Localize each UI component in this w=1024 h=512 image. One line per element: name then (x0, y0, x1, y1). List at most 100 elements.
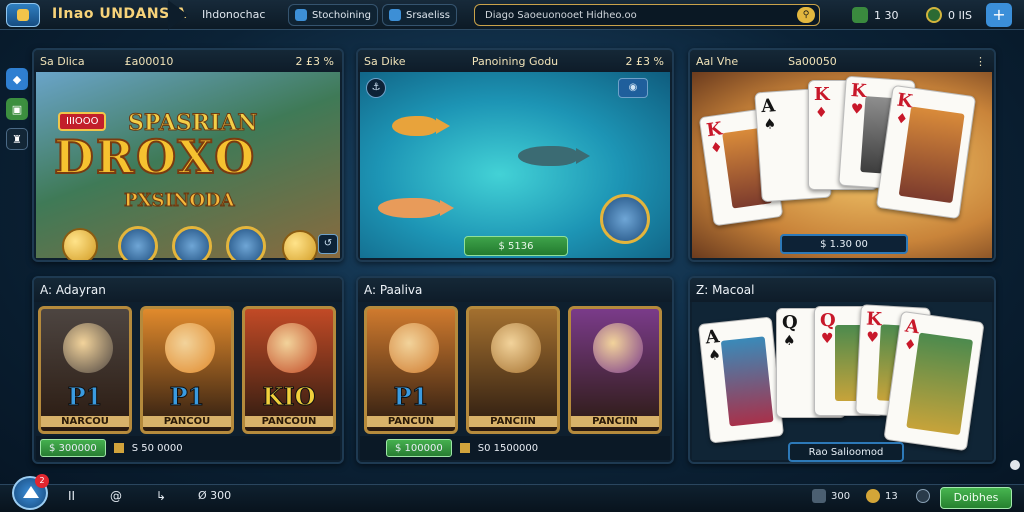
trophy-icon[interactable]: ♜ (6, 128, 28, 150)
app-logo[interactable] (6, 3, 40, 27)
settings-icon[interactable]: @ (110, 489, 122, 503)
character-portrait-icon (165, 323, 215, 373)
notification-badge: 2 (35, 474, 49, 488)
tile-title: P1 (393, 382, 429, 412)
pause-icon[interactable]: II (68, 489, 75, 503)
slots-icon[interactable]: ◆ (6, 68, 28, 90)
fish-medal-icon (118, 226, 158, 260)
inventory-count[interactable]: 300 (812, 489, 850, 503)
character-tile[interactable]: KIO PANCOUN (242, 306, 336, 434)
playing-card: A ♠ (697, 316, 785, 444)
inventory-icon (812, 489, 826, 503)
bonus-icon: ◉ (618, 78, 648, 98)
globe-button[interactable] (916, 489, 930, 503)
filter-pill-1[interactable]: Stochoining (288, 4, 378, 26)
tile-label: PANCIIN (571, 416, 659, 427)
shield-icon (866, 489, 880, 503)
tag-icon (389, 9, 401, 21)
fish-icon (518, 146, 590, 166)
gem-balance[interactable]: 0 IIS (926, 4, 972, 26)
fish-medal-icon (172, 226, 212, 260)
close-icon[interactable]: ⋮ (975, 55, 986, 68)
buy-button[interactable]: $ 100000 (386, 439, 452, 457)
slots-artwork: IIIOOO SPASRIAN DROXO PXSINODA ↺ (36, 72, 340, 260)
fishing-artwork: ⚓ ◉ $ 5136 (360, 72, 670, 258)
tile-title: P1 (67, 382, 103, 412)
medal-icon (926, 7, 942, 23)
panel-header: Z: Macoal (690, 278, 994, 302)
panel-value: S0 1500000 (477, 442, 539, 454)
gift-icon[interactable]: ▣ (6, 98, 28, 120)
fish-icon (392, 116, 450, 136)
search-input[interactable]: Diago Saoeuonooet Hidheo.oo ⚲ (474, 4, 820, 26)
shield-count[interactable]: 13 (866, 489, 898, 503)
character-portrait-icon (389, 323, 439, 373)
character-tile[interactable]: P1 PANCOU (140, 306, 234, 434)
coin-icon (113, 443, 124, 453)
left-rail: ◆ ▣ ♜ (6, 68, 28, 158)
fish-medal-icon (600, 194, 650, 244)
top-bar: IInao UNDANSIA Ihdonochac Stochoining Sr… (0, 0, 1024, 30)
tile-title: P1 (169, 382, 205, 412)
timer-display: Ø 300 (198, 489, 232, 502)
expand-icon[interactable]: ↺ (318, 234, 338, 254)
section-title: Ihdonochac (202, 8, 266, 21)
tile-label: PANCUN (367, 416, 455, 427)
globe-icon (295, 9, 307, 21)
fish-medal-icon (226, 226, 266, 260)
playing-card: A ♦ (883, 310, 985, 452)
fishing-price-button[interactable]: $ 5136 (464, 236, 568, 256)
fish-icon (378, 198, 454, 218)
search-icon[interactable]: ⚲ (797, 7, 815, 23)
game-card-slots[interactable]: Sa Dlica £a00010 2 £3 % IIIOOO SPASRIAN … (32, 48, 344, 262)
character-portrait-icon (63, 323, 113, 373)
card-game-panel-right[interactable]: Z: Macoal A ♠ Q ♠ Q ♥ K ♥ A ♦ Rao Salioomod (688, 276, 996, 464)
character-tile[interactable]: PANCIIN (568, 306, 662, 434)
buy-button[interactable]: $ 300000 (40, 439, 106, 457)
panel-footer: $ 300000 S 50 0000 (36, 436, 340, 460)
tile-label: PANCOUN (245, 416, 333, 427)
character-panel-mid[interactable]: A: Paaliva P1 PANCUN PANCIIN PANCIIN $ 1000… (356, 276, 674, 464)
card-header: Aal Vhe Sa00050 ⋮ (690, 50, 994, 72)
panel-header: A: Adayran (34, 278, 342, 302)
coins-icon (852, 7, 868, 23)
panel-value: S 50 0000 (131, 442, 183, 454)
promo-tag: IIIOOO (58, 112, 107, 131)
play-button[interactable]: Doibhes (940, 487, 1012, 509)
globe-icon (916, 489, 930, 503)
character-tile[interactable]: PANCIIN (466, 306, 560, 434)
character-tile[interactable]: P1 NARCOU (38, 306, 132, 434)
cards-price-button[interactable]: $ 1.30 00 (780, 234, 908, 254)
playing-card: K ♦ (875, 84, 977, 220)
logo-glyph-icon (17, 9, 29, 21)
app-brand: IInao UNDANSIA (52, 6, 187, 22)
tile-label: NARCOU (41, 416, 129, 427)
cards-price-button[interactable]: Rao Salioomod (788, 442, 904, 462)
character-panel-left[interactable]: A: Adayran P1 NARCOU P1 PANCOU KIO PANCOUN $ … (32, 276, 344, 464)
return-icon[interactable]: ↳ (156, 489, 166, 503)
card-header: Sa Dlica £a00010 2 £3 % (34, 50, 342, 72)
coin-icon (62, 228, 98, 260)
character-portrait-icon (491, 323, 541, 373)
character-portrait-icon (593, 323, 643, 373)
game-card-fishing[interactable]: Sa Dike Panoining Godu 2 £3 % ⚓ ◉ $ 5136 (356, 48, 674, 262)
coin-icon (282, 230, 318, 260)
cards-artwork: K ♦ A ♠ K ♦ K ♥ K ♦ $ 1.30 00 (692, 72, 992, 258)
tile-title: KIO (262, 382, 316, 412)
panel-footer: $ 100000 S0 1500000 (360, 436, 670, 460)
scroll-indicator[interactable] (1010, 460, 1020, 470)
game-card-cards[interactable]: Aal Vhe Sa00050 ⋮ K ♦ A ♠ K ♦ K ♥ K ♦ $ 1.30 … (688, 48, 996, 262)
card-header: Sa Dike Panoining Godu 2 £3 % (358, 50, 672, 72)
tile-label: PANCIIN (469, 416, 557, 427)
anchor-icon: ⚓ (366, 78, 386, 98)
filter-pill-2[interactable]: Srsaeliss (382, 4, 457, 26)
add-funds-button[interactable]: + (986, 3, 1012, 27)
coin-icon (459, 443, 470, 453)
panel-header: A: Paaliva (358, 278, 672, 302)
game-logo: DROXO (53, 129, 257, 185)
game-tagline: PXSINODA (124, 190, 236, 212)
character-portrait-icon (267, 323, 317, 373)
character-tile[interactable]: P1 PANCUN (364, 306, 458, 434)
tile-label: PANCOU (143, 416, 231, 427)
coin-balance[interactable]: 1 30 (852, 4, 899, 26)
